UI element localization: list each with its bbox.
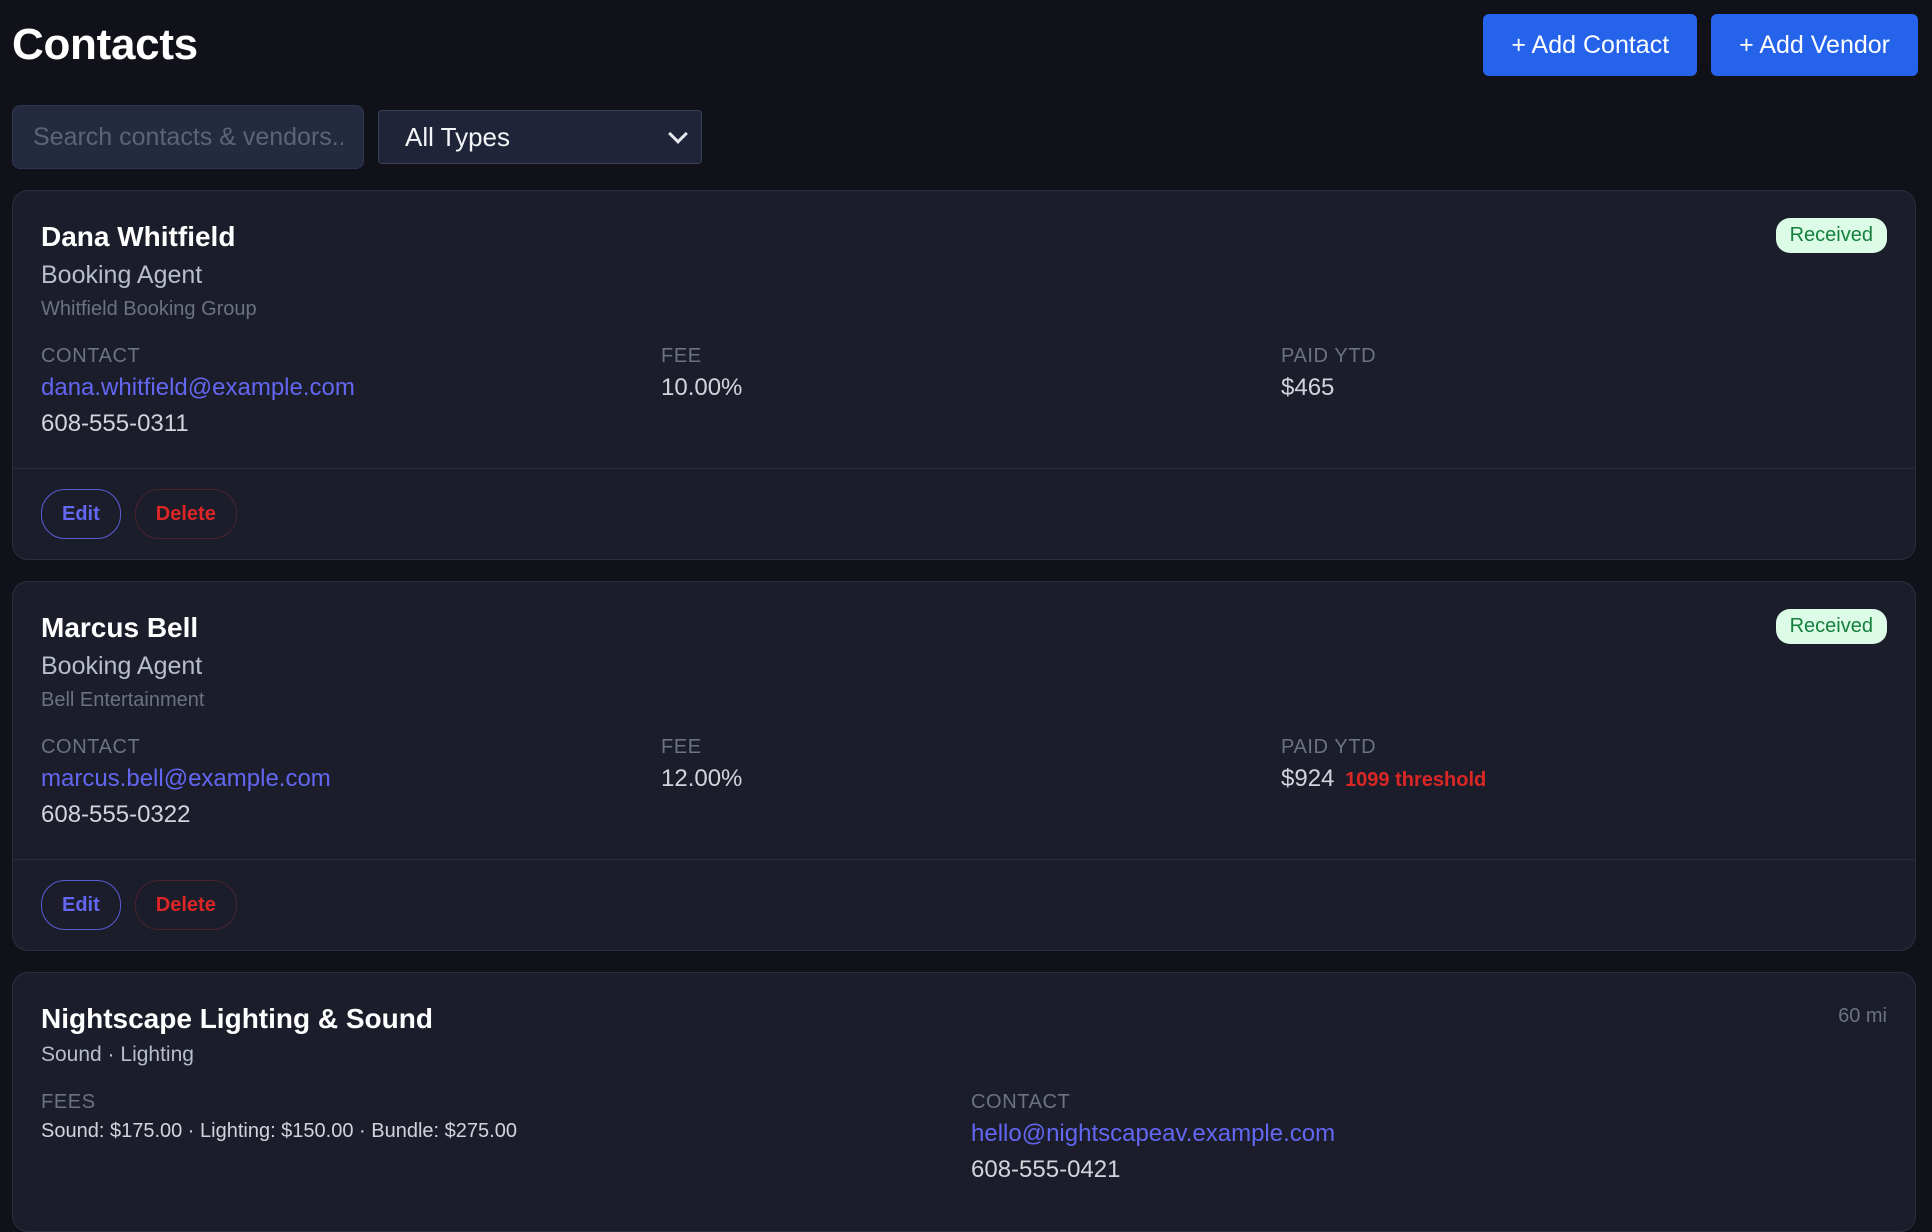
vendor-fees: Sound: $175.00 · Lighting: $150.00 · Bun… bbox=[41, 1120, 517, 1142]
card-actions: Edit Delete bbox=[13, 859, 1915, 950]
search-input[interactable] bbox=[12, 105, 364, 169]
vendor-name: Nightscape Lighting & Sound bbox=[41, 1003, 433, 1034]
contact-role: Booking Agent bbox=[41, 652, 203, 680]
fee-value: 12.00% bbox=[661, 765, 743, 792]
header-actions: + Add Contact + Add Vendor bbox=[1483, 14, 1918, 76]
contact-email-link[interactable]: marcus.bell@example.com bbox=[41, 765, 661, 793]
add-vendor-button[interactable]: + Add Vendor bbox=[1711, 14, 1918, 76]
delete-button[interactable]: Delete bbox=[134, 489, 237, 539]
add-contact-button[interactable]: + Add Contact bbox=[1483, 14, 1698, 76]
chevron-down-icon bbox=[668, 124, 688, 144]
vendor-card-header: Nightscape Lighting & Sound Sound · Ligh… bbox=[13, 973, 1915, 1067]
vendor-card: Nightscape Lighting & Sound Sound · Ligh… bbox=[12, 972, 1916, 1232]
contacts-page: Contacts + Add Contact + Add Vendor All … bbox=[0, 0, 1932, 1232]
fee-column: FEE 12.00% bbox=[661, 736, 1281, 829]
filter-bar: All Types bbox=[12, 105, 702, 169]
edit-button[interactable]: Edit bbox=[41, 880, 121, 930]
contact-name: Dana Whitfield bbox=[41, 221, 236, 252]
contact-phone: 608-555-0322 bbox=[41, 801, 191, 828]
contact-label: CONTACT bbox=[971, 1091, 1071, 1113]
delete-button[interactable]: Delete bbox=[134, 880, 237, 930]
contact-company: Whitfield Booking Group bbox=[41, 298, 257, 320]
fee-label: FEE bbox=[661, 736, 702, 758]
contact-phone: 608-555-0311 bbox=[41, 410, 189, 437]
vendor-contact-column: CONTACT hello@nightscapeav.example.com 6… bbox=[971, 1091, 1887, 1184]
paid-ytd-value: $924 bbox=[1281, 765, 1335, 792]
contact-label: CONTACT bbox=[41, 345, 141, 367]
type-filter-select[interactable]: All Types bbox=[378, 110, 702, 164]
vendor-fees-column: FEES Sound: $175.00 · Lighting: $150.00 … bbox=[41, 1091, 971, 1184]
card-actions: Edit Delete bbox=[13, 468, 1915, 559]
vendor-phone: 608-555-0421 bbox=[971, 1156, 1121, 1183]
paid-ytd-column: PAID YTD $924 1099 threshold bbox=[1281, 736, 1887, 829]
status-badge: Received bbox=[1775, 218, 1887, 253]
paid-ytd-value-row: $465 bbox=[1281, 374, 1887, 402]
contact-card: Dana Whitfield Booking Agent Whitfield B… bbox=[12, 190, 1916, 560]
fee-value: 10.00% bbox=[661, 374, 743, 401]
contact-card-header: Dana Whitfield Booking Agent Whitfield B… bbox=[13, 191, 1915, 321]
contact-details: CONTACT dana.whitfield@example.com 608-5… bbox=[13, 345, 1915, 438]
paid-ytd-label: PAID YTD bbox=[1281, 736, 1377, 758]
type-filter-value: All Types bbox=[405, 121, 511, 152]
vendor-distance: 60 mi bbox=[1838, 1005, 1887, 1027]
contact-info-column: CONTACT marcus.bell@example.com 608-555-… bbox=[41, 736, 661, 829]
vendor-details: FEES Sound: $175.00 · Lighting: $150.00 … bbox=[13, 1091, 1915, 1184]
page-title: Contacts bbox=[12, 20, 198, 69]
contact-role: Booking Agent bbox=[41, 261, 203, 289]
contact-info-column: CONTACT dana.whitfield@example.com 608-5… bbox=[41, 345, 661, 438]
vendor-categories: Sound · Lighting bbox=[41, 1043, 194, 1066]
paid-ytd-label: PAID YTD bbox=[1281, 345, 1377, 367]
contact-details: CONTACT marcus.bell@example.com 608-555-… bbox=[13, 736, 1915, 829]
threshold-warning: 1099 threshold bbox=[1345, 769, 1487, 791]
contact-name: Marcus Bell bbox=[41, 612, 199, 643]
paid-ytd-value-row: $924 1099 threshold bbox=[1281, 765, 1887, 793]
fees-label: FEES bbox=[41, 1091, 96, 1113]
contact-card-header: Marcus Bell Booking Agent Bell Entertain… bbox=[13, 582, 1915, 712]
contact-label: CONTACT bbox=[41, 736, 141, 758]
fee-label: FEE bbox=[661, 345, 702, 367]
contact-card: Marcus Bell Booking Agent Bell Entertain… bbox=[12, 581, 1916, 951]
page-header: Contacts + Add Contact + Add Vendor bbox=[12, 14, 1918, 78]
paid-ytd-value: $465 bbox=[1281, 374, 1335, 401]
fee-column: FEE 10.00% bbox=[661, 345, 1281, 438]
edit-button[interactable]: Edit bbox=[41, 489, 121, 539]
paid-ytd-column: PAID YTD $465 bbox=[1281, 345, 1887, 438]
contact-email-link[interactable]: dana.whitfield@example.com bbox=[41, 374, 661, 402]
vendor-email-link[interactable]: hello@nightscapeav.example.com bbox=[971, 1120, 1887, 1148]
contact-company: Bell Entertainment bbox=[41, 689, 205, 711]
status-badge: Received bbox=[1775, 609, 1887, 644]
